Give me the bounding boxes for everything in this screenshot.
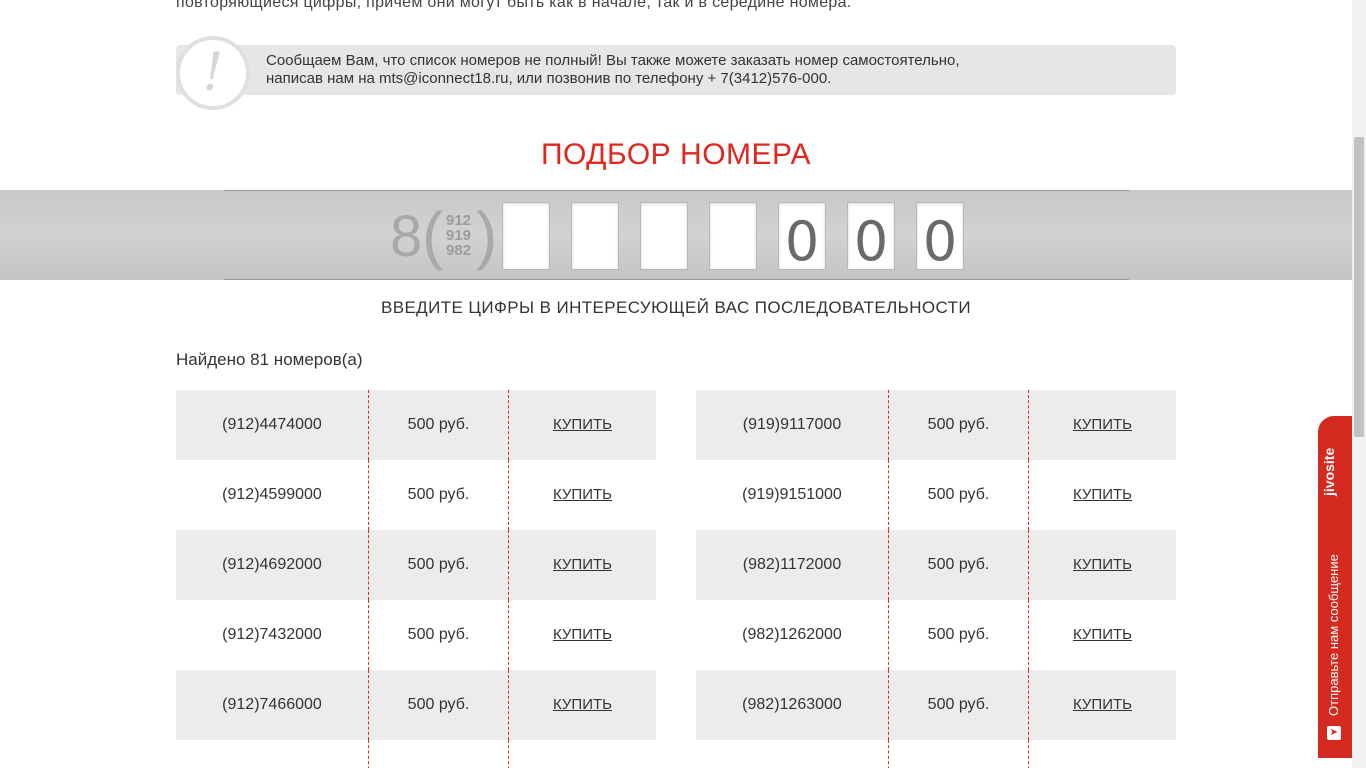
phone-number: (912)7432000	[222, 626, 322, 643]
area-code-list: 912 919 982	[446, 213, 471, 258]
table-row: (982)1172000 500 руб. КУПИТЬ	[696, 530, 1176, 600]
price: 500 руб.	[888, 530, 1028, 600]
table-row: (912)7466000 500 руб. КУПИТЬ	[176, 670, 656, 740]
digit-input-3[interactable]	[640, 202, 688, 270]
buy-link[interactable]: КУПИТЬ	[1073, 556, 1132, 573]
digit-input-2[interactable]	[571, 202, 619, 270]
phone-number: (982)1172000	[742, 556, 842, 573]
table-row: (912)4692000 500 руб. КУПИТЬ	[176, 530, 656, 600]
buy-link[interactable]: КУПИТЬ	[1073, 486, 1132, 503]
chat-widget-label[interactable]: Отправьте нам сообщение	[1326, 536, 1341, 716]
price: 500 руб.	[368, 460, 508, 530]
table-row: (912)4599000 500 руб. КУПИТЬ	[176, 460, 656, 530]
phone-number: (919)9151000	[742, 486, 842, 503]
close-paren: )	[476, 199, 498, 271]
buy-link[interactable]: КУПИТЬ	[553, 696, 612, 713]
digit-input-6[interactable]: 0	[847, 202, 895, 273]
price: 500 руб.	[368, 670, 508, 740]
picker-hint: ВВЕДИТЕ ЦИФРЫ В ИНТЕРЕСУЮЩЕЙ ВАС ПОСЛЕДО…	[380, 298, 972, 317]
notice-text: Сообщаем Вам, что список номеров не полн…	[266, 52, 960, 88]
price: 500 руб.	[888, 670, 1028, 740]
price: 500 руб.	[368, 530, 508, 600]
price: 500 руб.	[368, 390, 508, 460]
buy-link[interactable]: КУПИТЬ	[553, 416, 612, 433]
buy-link[interactable]: КУПИТЬ	[553, 556, 612, 573]
price: 500 руб.	[368, 600, 508, 670]
buy-link[interactable]: КУПИТЬ	[1073, 626, 1132, 643]
send-icon[interactable]: ➤	[1327, 726, 1341, 740]
digit-input-5[interactable]: 0	[778, 202, 826, 273]
country-prefix: 8	[390, 204, 423, 269]
notice-line-1: Сообщаем Вам, что список номеров не полн…	[266, 52, 960, 69]
buy-link[interactable]: КУПИТЬ	[1073, 416, 1132, 433]
phone-number: (982)1262000	[742, 626, 842, 643]
table-row: (919)9117000 500 руб. КУПИТЬ	[696, 390, 1176, 460]
open-paren: (	[422, 199, 444, 271]
area-code: 982	[446, 242, 472, 259]
intro-text: повторяющиеся цифры, причем они могут бы…	[176, 0, 852, 11]
numbers-table-left: (912)4474000 500 руб. КУПИТЬ (912)459900…	[176, 390, 656, 768]
table-row: (982)1262000 500 руб. КУПИТЬ	[696, 600, 1176, 670]
area-code: 919	[446, 227, 472, 244]
table-row: (912)7432000 500 руб. КУПИТЬ	[176, 600, 656, 670]
notice-line-2: написав нам на mts@iconnect18.ru, или по…	[266, 70, 832, 87]
exclamation-icon: !	[176, 36, 250, 110]
phone-number: (912)7466000	[222, 696, 322, 713]
scrollbar-thumb[interactable]	[1354, 137, 1364, 437]
price: 500 руб.	[888, 600, 1028, 670]
digit-input-1[interactable]	[502, 202, 550, 270]
buy-link[interactable]: КУПИТЬ	[553, 626, 612, 643]
phone-number: (912)4692000	[222, 556, 322, 573]
buy-link[interactable]: КУПИТЬ	[1073, 696, 1132, 713]
table-row	[696, 740, 1176, 768]
phone-number: (919)9117000	[742, 416, 842, 433]
phone-number: (982)1263000	[742, 696, 842, 713]
table-row: (982)1263000 500 руб. КУПИТЬ	[696, 670, 1176, 740]
table-row: (919)9151000 500 руб. КУПИТЬ	[696, 460, 1176, 530]
area-code: 912	[446, 212, 472, 229]
phone-number: (912)4474000	[222, 416, 322, 433]
phone-number: (912)4599000	[222, 486, 322, 503]
section-title: ПОДБОР НОМЕРА	[540, 138, 812, 171]
jivosite-logo[interactable]: jivosite	[1321, 446, 1337, 498]
results-count: Найдено 81 номеров(а)	[176, 350, 363, 369]
buy-link[interactable]: КУПИТЬ	[553, 486, 612, 503]
table-row	[176, 740, 656, 768]
digit-input-4[interactable]	[709, 202, 757, 270]
table-row: (912)4474000 500 руб. КУПИТЬ	[176, 390, 656, 460]
page-scrollbar[interactable]	[1352, 0, 1366, 768]
price: 500 руб.	[888, 390, 1028, 460]
digit-input-7[interactable]: 0	[916, 202, 964, 273]
price: 500 руб.	[888, 460, 1028, 530]
numbers-table-right: (919)9117000 500 руб. КУПИТЬ (919)915100…	[696, 390, 1176, 768]
